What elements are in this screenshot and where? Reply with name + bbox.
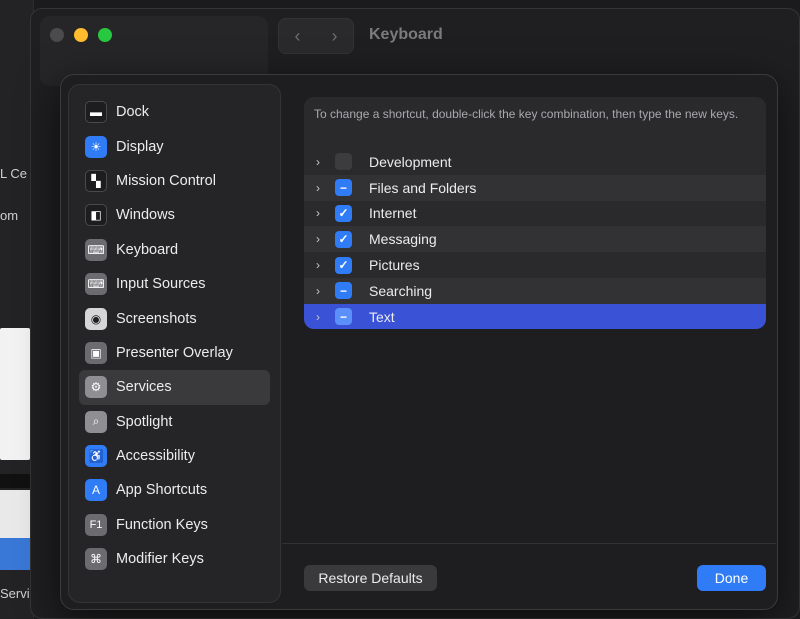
sidebar-item-label: Mission Control [116, 172, 216, 189]
sidebar-item-label: Dock [116, 104, 150, 121]
list-item-development[interactable]: › Development [304, 149, 766, 175]
checkbox[interactable] [335, 153, 352, 171]
mission-control-icon: ▚ [85, 169, 107, 192]
background-thumbnail [0, 490, 30, 570]
checkbox[interactable]: ✓ [335, 204, 352, 222]
checkbox[interactable]: − [335, 308, 352, 326]
app-store-icon: A [85, 479, 107, 502]
disclosure-chevron-icon[interactable]: › [308, 310, 328, 324]
sidebar-item-label: Spotlight [116, 413, 173, 430]
checkbox[interactable]: ✓ [335, 256, 352, 274]
row-label: Files and Folders [369, 179, 477, 196]
sidebar-item-function-keys[interactable]: F1 Function Keys [79, 508, 270, 542]
instructions-text: To change a shortcut, double-click the k… [314, 107, 739, 121]
sidebar-item-label: Accessibility [116, 448, 195, 465]
keyboard-icon: ⌨ [85, 238, 107, 261]
background-text-fragment: L Ce [0, 166, 27, 181]
background-text-fragment: Servi [0, 586, 30, 601]
row-label: Text [369, 308, 395, 325]
checkbox[interactable]: − [335, 282, 352, 300]
list-item-internet[interactable]: › ✓ Internet [304, 201, 766, 227]
sidebar-item-modifier-keys[interactable]: ⌘ Modifier Keys [79, 542, 270, 576]
spotlight-search-icon: ⌕ [85, 410, 107, 433]
list-item-messaging[interactable]: › ✓ Messaging [304, 226, 766, 253]
disclosure-chevron-icon[interactable]: › [308, 206, 328, 220]
sidebar-item-presenter-overlay[interactable]: ▣ Presenter Overlay [79, 336, 270, 370]
windows-icon: ◧ [85, 204, 107, 227]
checkbox[interactable]: ✓ [335, 230, 352, 248]
sidebar-item-label: Function Keys [116, 516, 208, 533]
sidebar-item-dock[interactable]: ▬ Dock [79, 95, 270, 129]
sidebar-item-app-shortcuts[interactable]: A App Shortcuts [79, 473, 270, 507]
row-label: Messaging [369, 231, 437, 248]
sidebar-item-label: Keyboard [116, 241, 179, 258]
navigation-buttons: ‹ › [278, 18, 354, 54]
sidebar-item-services[interactable]: ⚙ Services [79, 370, 270, 405]
sidebar-item-mission-control[interactable]: ▚ Mission Control [79, 164, 270, 198]
checkbox[interactable]: − [335, 179, 352, 197]
list-item-searching[interactable]: › − Searching [304, 277, 766, 304]
sidebar-item-screenshots[interactable]: ◉ Screenshots [79, 301, 270, 335]
restore-defaults-button[interactable]: Restore Defaults [304, 565, 437, 591]
minimize-window-button[interactable] [74, 28, 88, 42]
command-key-icon: ⌘ [85, 548, 107, 571]
sidebar-item-label: Windows [116, 207, 175, 224]
sidebar-item-label: Display [116, 138, 164, 155]
services-gear-icon: ⚙ [85, 376, 107, 399]
accessibility-icon: ♿ [85, 445, 107, 468]
footer-divider [282, 543, 776, 544]
background-text-fragment: om [0, 208, 19, 223]
background-thumbnail [0, 474, 30, 488]
sidebar-item-label: Modifier Keys [116, 551, 204, 568]
sidebar-item-input-sources[interactable]: ⌨ Input Sources [79, 267, 270, 301]
sidebar-item-label: Services [116, 379, 172, 396]
sidebar-item-label: Screenshots [116, 310, 197, 327]
zoom-window-button[interactable] [98, 28, 112, 42]
disclosure-chevron-icon[interactable]: › [308, 258, 328, 272]
screenshots-icon: ◉ [85, 307, 107, 330]
sidebar-item-windows[interactable]: ◧ Windows [79, 198, 270, 232]
list-item-text[interactable]: › − Text [304, 303, 766, 329]
list-item-pictures[interactable]: › ✓ Pictures [304, 252, 766, 278]
dock-icon: ▬ [85, 101, 107, 124]
row-label: Development [369, 153, 452, 170]
background-thumbnail [0, 328, 30, 460]
sidebar-item-accessibility[interactable]: ♿ Accessibility [79, 439, 270, 473]
disclosure-chevron-icon[interactable]: › [308, 284, 328, 298]
services-list-panel: To change a shortcut, double-click the k… [304, 97, 766, 329]
sidebar-item-label: Presenter Overlay [116, 344, 233, 361]
shortcuts-sidebar: ▬ Dock ☀ Display ▚ Mission Control ◧ Win… [68, 84, 281, 603]
function-key-icon: F1 [85, 513, 107, 536]
disclosure-chevron-icon[interactable]: › [308, 232, 328, 246]
row-label: Internet [369, 205, 417, 222]
row-label: Searching [369, 282, 433, 299]
close-window-button[interactable] [50, 28, 64, 42]
forward-button[interactable]: › [332, 26, 338, 47]
disclosure-chevron-icon[interactable]: › [308, 155, 328, 169]
back-button[interactable]: ‹ [295, 26, 301, 47]
input-sources-icon: ⌨ [85, 273, 107, 296]
window-title: Keyboard [369, 26, 443, 43]
sidebar-item-label: App Shortcuts [116, 482, 208, 499]
list-item-files-and-folders[interactable]: › − Files and Folders [304, 174, 766, 201]
display-icon: ☀ [85, 135, 107, 158]
sidebar-item-display[interactable]: ☀ Display [79, 129, 270, 163]
row-label: Pictures [369, 257, 420, 274]
sidebar-item-spotlight[interactable]: ⌕ Spotlight [79, 405, 270, 439]
disclosure-chevron-icon[interactable]: › [308, 181, 328, 195]
sidebar-item-label: Input Sources [116, 276, 206, 293]
done-button[interactable]: Done [697, 565, 766, 591]
sidebar-item-keyboard[interactable]: ⌨ Keyboard [79, 233, 270, 267]
presenter-overlay-icon: ▣ [85, 341, 107, 364]
